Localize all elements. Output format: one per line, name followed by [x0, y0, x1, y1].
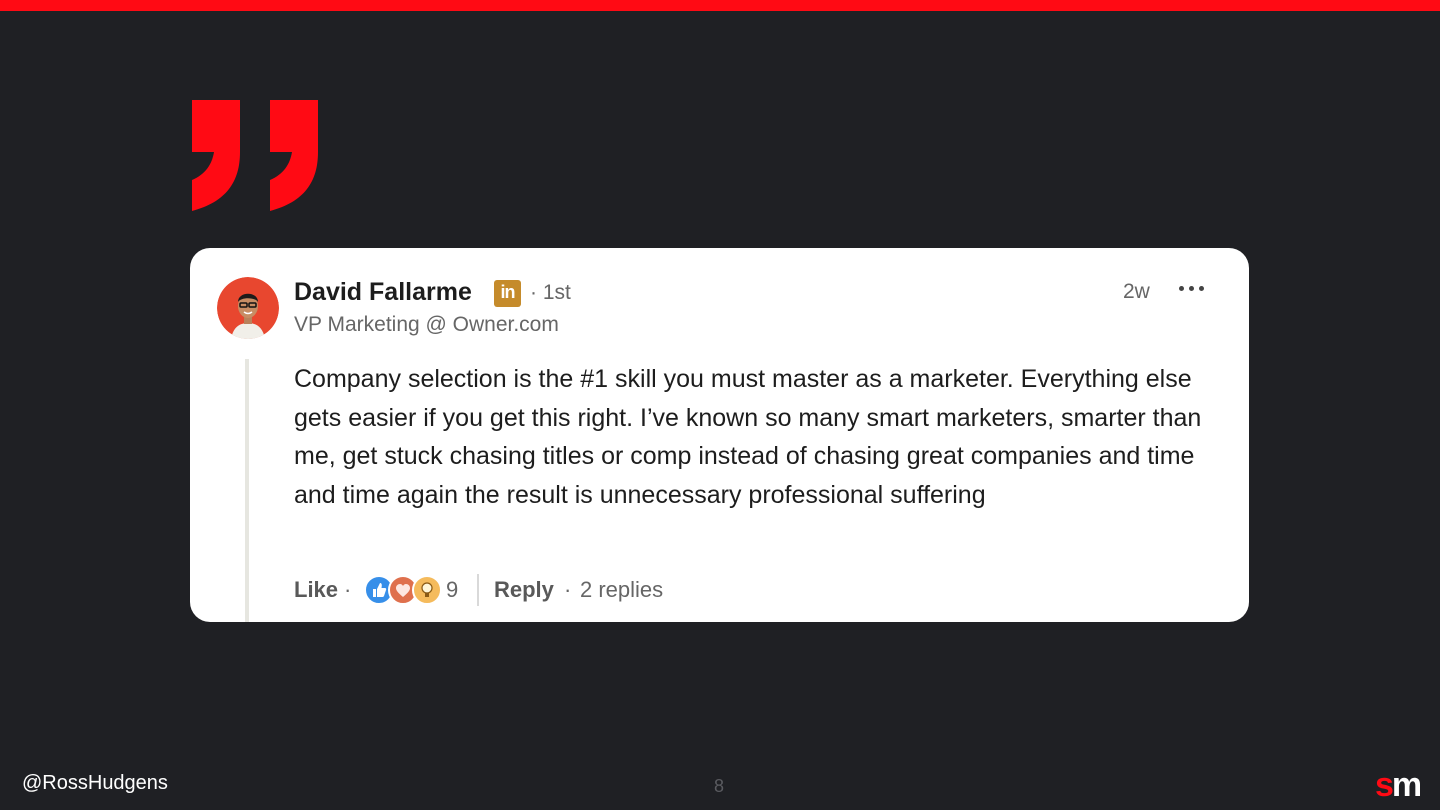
replies-link[interactable]: 2 replies — [580, 577, 663, 603]
reply-button[interactable]: Reply — [494, 577, 554, 603]
author-handle: @RossHudgens — [22, 772, 168, 794]
linkedin-badge-label: in — [500, 282, 516, 302]
logo-letter-s: s — [1375, 766, 1394, 804]
connection-degree: · 1st — [530, 281, 571, 304]
linkedin-comment-card: David Fallarme in · 1st VP Marketing @ O… — [190, 248, 1249, 622]
insightful-reaction-icon — [412, 575, 442, 605]
closing-quote-icon — [192, 100, 318, 211]
thread-line — [245, 359, 249, 622]
separator-dot: · — [564, 577, 572, 602]
action-divider — [477, 574, 479, 606]
linkedin-badge-icon: in — [494, 280, 521, 307]
author-avatar[interactable] — [217, 277, 279, 339]
brand-logo: sm — [1375, 766, 1422, 805]
logo-letter-m: m — [1391, 766, 1422, 804]
reactions-summary[interactable] — [364, 574, 442, 606]
page-number: 8 — [713, 776, 724, 796]
author-name[interactable]: David Fallarme — [294, 278, 472, 307]
comment-text: Company selection is the #1 skill you mu… — [294, 365, 1202, 509]
like-button[interactable]: Like — [294, 577, 338, 603]
comment-actions: Like · 9 Reply · 2 replies — [294, 574, 994, 608]
accent-top-bar — [0, 0, 1440, 11]
comment-timestamp: 2w — [1123, 280, 1150, 303]
reaction-count[interactable]: 9 — [446, 577, 458, 603]
more-options-button[interactable] — [1176, 274, 1212, 302]
author-headline: VP Marketing @ Owner.com — [294, 313, 559, 336]
separator-dot: · — [344, 577, 352, 602]
